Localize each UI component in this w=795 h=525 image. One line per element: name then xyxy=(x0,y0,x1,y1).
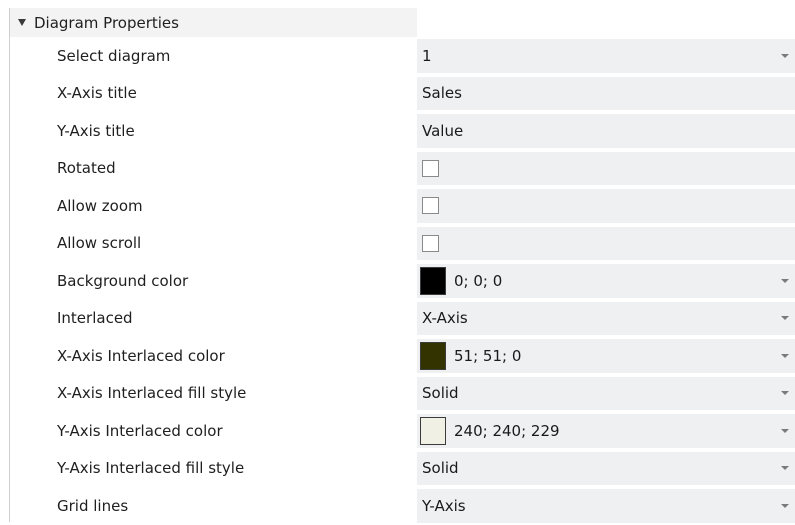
collapse-triangle-icon[interactable] xyxy=(18,19,26,26)
y-axis-interlaced-color-picker[interactable]: 240; 240; 229 xyxy=(417,414,795,448)
chevron-down-icon[interactable] xyxy=(781,353,789,358)
chevron-down-icon[interactable] xyxy=(781,53,789,58)
property-row-rotated: Rotated xyxy=(10,150,795,188)
property-row-y-axis-title: Y-Axis title Value xyxy=(10,112,795,150)
y-axis-fill-style-dropdown[interactable]: Solid xyxy=(417,451,795,485)
property-row-x-axis-interlaced-fill-style: X-Axis Interlaced fill style Solid xyxy=(10,375,795,413)
property-value: Solid xyxy=(422,384,459,403)
property-label: Select diagram xyxy=(57,46,171,65)
property-value[interactable]: Value xyxy=(422,122,463,140)
x-axis-title-field[interactable]: Sales xyxy=(417,76,795,110)
property-label: Interlaced xyxy=(57,309,133,328)
allow-scroll-checkbox[interactable] xyxy=(422,234,439,252)
x-axis-interlaced-color-picker[interactable]: 51; 51; 0 xyxy=(417,339,795,373)
select-diagram-dropdown[interactable]: 1 xyxy=(417,39,795,73)
property-value: 51; 51; 0 xyxy=(454,346,522,365)
color-swatch[interactable] xyxy=(420,341,446,370)
section-title: Diagram Properties xyxy=(34,13,179,32)
property-grid: Select diagram 1 X-Axis title Sales Y-Ax… xyxy=(10,37,795,525)
property-row-x-axis-interlaced-color: X-Axis Interlaced color 51; 51; 0 xyxy=(10,337,795,375)
property-value: X-Axis xyxy=(422,309,468,328)
background-color-picker[interactable]: 0; 0; 0 xyxy=(417,264,795,298)
x-axis-fill-style-dropdown[interactable]: Solid xyxy=(417,376,795,410)
grid-lines-dropdown[interactable]: Y-Axis xyxy=(417,489,795,523)
property-value: 0; 0; 0 xyxy=(454,271,503,290)
chevron-down-icon[interactable] xyxy=(781,391,789,396)
allow-scroll-cell xyxy=(417,226,795,260)
allow-zoom-checkbox[interactable] xyxy=(422,197,439,215)
section-header-diagram-properties[interactable]: Diagram Properties xyxy=(10,8,417,37)
chevron-down-icon[interactable] xyxy=(781,278,789,283)
property-row-y-axis-interlaced-color: Y-Axis Interlaced color 240; 240; 229 xyxy=(10,412,795,450)
property-label: Allow zoom xyxy=(57,196,143,215)
property-label: X-Axis Interlaced fill style xyxy=(57,384,247,403)
chevron-down-icon[interactable] xyxy=(781,466,789,471)
property-row-interlaced: Interlaced X-Axis xyxy=(10,300,795,338)
property-label: X-Axis title xyxy=(57,84,137,103)
color-swatch[interactable] xyxy=(420,416,446,445)
property-row-x-axis-title: X-Axis title Sales xyxy=(10,75,795,113)
property-row-y-axis-interlaced-fill-style: Y-Axis Interlaced fill style Solid xyxy=(10,450,795,488)
property-label: Y-Axis Interlaced fill style xyxy=(57,459,245,478)
color-swatch[interactable] xyxy=(420,266,446,295)
property-row-grid-lines: Grid lines Y-Axis xyxy=(10,487,795,525)
property-value: 1 xyxy=(422,46,432,65)
property-label: Grid lines xyxy=(57,496,129,515)
property-value: 240; 240; 229 xyxy=(454,421,560,440)
property-value: Solid xyxy=(422,459,459,478)
rotated-cell xyxy=(417,151,795,185)
property-label: X-Axis Interlaced color xyxy=(57,346,225,365)
property-label: Background color xyxy=(57,271,189,290)
chevron-down-icon[interactable] xyxy=(781,503,789,508)
y-axis-title-field[interactable]: Value xyxy=(417,114,795,148)
chevron-down-icon[interactable] xyxy=(781,316,789,321)
property-row-select-diagram: Select diagram 1 xyxy=(10,37,795,75)
property-value: Y-Axis xyxy=(422,496,466,515)
property-label: Y-Axis title xyxy=(57,121,135,140)
rotated-checkbox[interactable] xyxy=(422,159,439,177)
property-label: Allow scroll xyxy=(57,234,142,253)
property-value[interactable]: Sales xyxy=(422,84,462,102)
property-label: Rotated xyxy=(57,159,116,178)
property-label: Y-Axis Interlaced color xyxy=(57,421,223,440)
interlaced-dropdown[interactable]: X-Axis xyxy=(417,301,795,335)
property-row-background-color: Background color 0; 0; 0 xyxy=(10,262,795,300)
property-row-allow-scroll: Allow scroll xyxy=(10,225,795,263)
allow-zoom-cell xyxy=(417,189,795,223)
chevron-down-icon[interactable] xyxy=(781,428,789,433)
property-row-allow-zoom: Allow zoom xyxy=(10,187,795,225)
